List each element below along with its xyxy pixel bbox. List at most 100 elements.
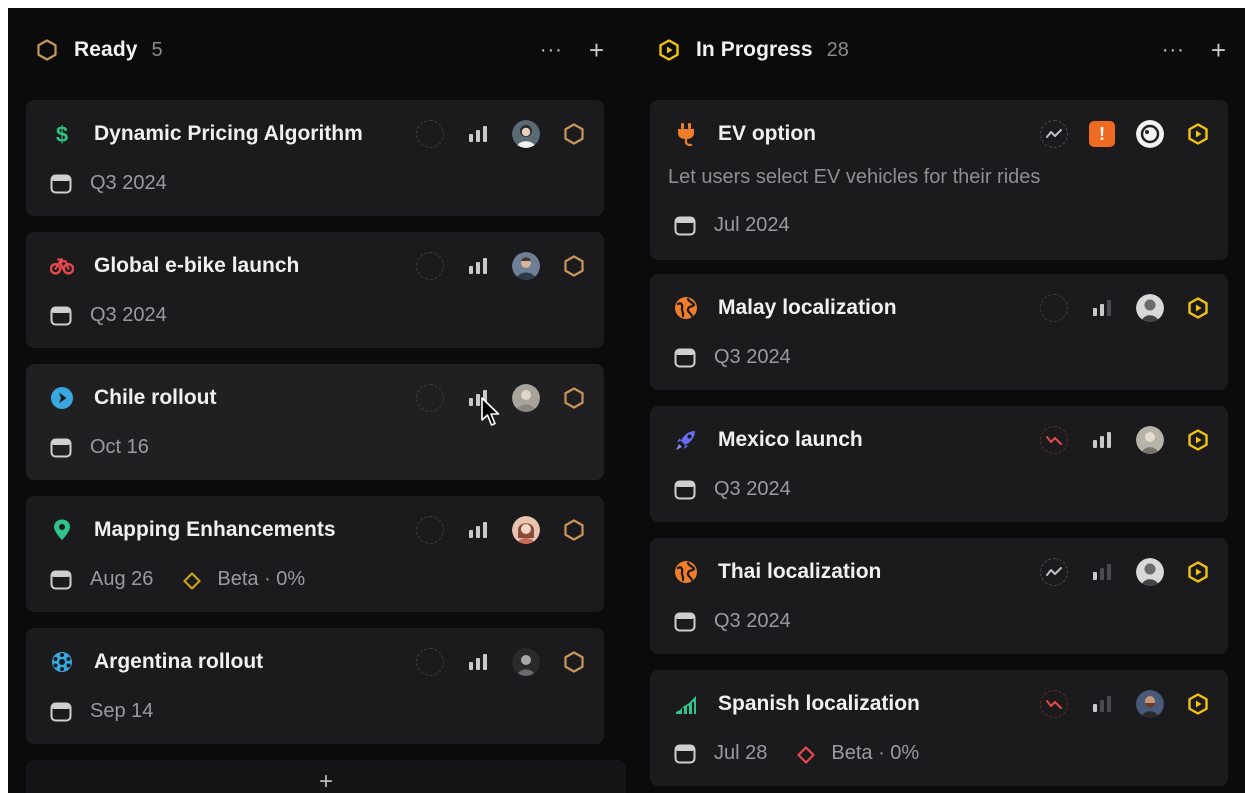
dollar-icon: $: [50, 122, 74, 146]
column-title: In Progress: [696, 38, 813, 61]
add-card-button[interactable]: +: [319, 770, 333, 793]
diamond-milestone-icon: [183, 571, 201, 590]
more-options-button[interactable]: ···: [1162, 40, 1185, 60]
rocket-icon: [674, 428, 698, 452]
hexagon-outline-icon[interactable]: [560, 252, 588, 280]
hexagon-outline-icon[interactable]: [560, 120, 588, 148]
column-title: Ready: [74, 38, 138, 61]
card-title: Thai localization: [718, 560, 882, 583]
avatar[interactable]: [1136, 294, 1164, 322]
chile-flag-icon: [50, 386, 74, 410]
column-header-in-progress: In Progress 28 ··· +: [640, 30, 1238, 70]
card-mapping-enhancements[interactable]: Mapping Enhancements Aug 26 Beta · 0%: [26, 496, 604, 612]
priority-bars-icon[interactable]: [1088, 690, 1116, 718]
urgent-priority-icon[interactable]: !: [1088, 120, 1116, 148]
target-date[interactable]: Sep 14: [90, 700, 153, 723]
card-argentina-rollout[interactable]: Argentina rollout Sep 14: [26, 628, 604, 744]
priority-bars-icon[interactable]: [464, 516, 492, 544]
target-date[interactable]: Q3 2024: [90, 172, 167, 195]
priority-bars-icon[interactable]: [464, 648, 492, 676]
calendar-icon: [50, 701, 72, 723]
health-on-track-icon[interactable]: [1040, 558, 1068, 586]
globe-icon: [674, 560, 698, 584]
status-ring-icon[interactable]: [416, 384, 444, 412]
hexagon-play-icon[interactable]: [1184, 426, 1212, 454]
add-card-row[interactable]: +: [26, 760, 626, 793]
calendar-icon: [50, 437, 72, 459]
card-title: Mapping Enhancements: [94, 518, 336, 541]
calendar-icon: [50, 305, 72, 327]
health-on-track-icon[interactable]: [1040, 120, 1068, 148]
avatar[interactable]: [512, 648, 540, 676]
hexagon-play-icon[interactable]: [1184, 558, 1212, 586]
mouse-cursor-icon: [481, 397, 500, 426]
milestone[interactable]: Beta · 0%: [797, 742, 919, 765]
svg-text:$: $: [56, 122, 68, 146]
card-title: Malay localization: [718, 296, 897, 319]
card-global-ebike[interactable]: Global e-bike launch Q3 2024: [26, 232, 604, 348]
avatar[interactable]: [1136, 426, 1164, 454]
card-title: Global e-bike launch: [94, 254, 300, 277]
milestone[interactable]: Beta · 0%: [183, 568, 305, 591]
avatar[interactable]: [512, 252, 540, 280]
status-ring-icon[interactable]: [416, 516, 444, 544]
card-description: Let users select EV vehicles for their r…: [668, 166, 1041, 188]
health-off-track-icon[interactable]: [1040, 690, 1068, 718]
priority-bars-icon[interactable]: [464, 120, 492, 148]
hexagon-play-icon[interactable]: [1184, 120, 1212, 148]
calendar-icon: [50, 569, 72, 591]
avatar[interactable]: [512, 384, 540, 412]
status-ring-icon[interactable]: [416, 648, 444, 676]
plug-icon: [674, 122, 698, 146]
hexagon-outline-icon[interactable]: [560, 648, 588, 676]
card-title: Argentina rollout: [94, 650, 264, 673]
calendar-icon: [674, 611, 696, 633]
target-date[interactable]: Q3 2024: [90, 304, 167, 327]
target-date[interactable]: Q3 2024: [714, 610, 791, 633]
card-title: Mexico launch: [718, 428, 863, 451]
card-thai-localization[interactable]: Thai localization Q3 2024: [650, 538, 1228, 654]
avatar[interactable]: [1136, 120, 1164, 148]
column-count: 28: [826, 38, 849, 61]
calendar-icon: [674, 215, 696, 237]
avatar[interactable]: [512, 120, 540, 148]
target-date[interactable]: Oct 16: [90, 436, 149, 459]
card-title: Chile rollout: [94, 386, 217, 409]
avatar[interactable]: [1136, 558, 1164, 586]
hexagon-play-icon[interactable]: [1184, 294, 1212, 322]
target-date[interactable]: Q3 2024: [714, 346, 791, 369]
target-date[interactable]: Aug 26: [90, 568, 153, 591]
hexagon-play-icon[interactable]: [1184, 690, 1212, 718]
hexagon-outline-icon[interactable]: [560, 384, 588, 412]
priority-bars-icon[interactable]: [464, 252, 492, 280]
calendar-icon: [674, 743, 696, 765]
milestone-label: Beta · 0%: [831, 742, 920, 764]
milestone-label: Beta · 0%: [217, 568, 306, 590]
calendar-icon: [674, 347, 696, 369]
card-spanish-localization[interactable]: Spanish localization Jul 28 Beta · 0%: [650, 670, 1228, 786]
card-dynamic-pricing[interactable]: $ Dynamic Pricing Algorithm Q3 2024: [26, 100, 604, 216]
hexagon-outline-icon: [34, 37, 60, 63]
avatar[interactable]: [512, 516, 540, 544]
add-card-button[interactable]: +: [589, 37, 604, 63]
health-off-track-icon[interactable]: [1040, 426, 1068, 454]
more-options-button[interactable]: ···: [540, 40, 563, 60]
card-ev-option[interactable]: EV option ! Let users select EV vehicles…: [650, 100, 1228, 260]
avatar[interactable]: [1136, 690, 1164, 718]
card-title: Dynamic Pricing Algorithm: [94, 122, 363, 145]
target-date[interactable]: Jul 28: [714, 742, 767, 765]
priority-bars-icon[interactable]: [1088, 558, 1116, 586]
status-ring-icon[interactable]: [1040, 294, 1068, 322]
hexagon-outline-icon[interactable]: [560, 516, 588, 544]
priority-bars-icon[interactable]: [1088, 426, 1116, 454]
card-chile-rollout[interactable]: Chile rollout Oct 16: [26, 364, 604, 480]
status-ring-icon[interactable]: [416, 252, 444, 280]
add-card-button[interactable]: +: [1211, 37, 1226, 63]
card-malay-localization[interactable]: Malay localization Q3 2024: [650, 274, 1228, 390]
target-date[interactable]: Jul 2024: [714, 214, 790, 237]
status-ring-icon[interactable]: [416, 120, 444, 148]
column-count: 5: [151, 38, 163, 61]
priority-bars-icon[interactable]: [1088, 294, 1116, 322]
card-mexico-launch[interactable]: Mexico launch Q3 2024: [650, 406, 1228, 522]
target-date[interactable]: Q3 2024: [714, 478, 791, 501]
